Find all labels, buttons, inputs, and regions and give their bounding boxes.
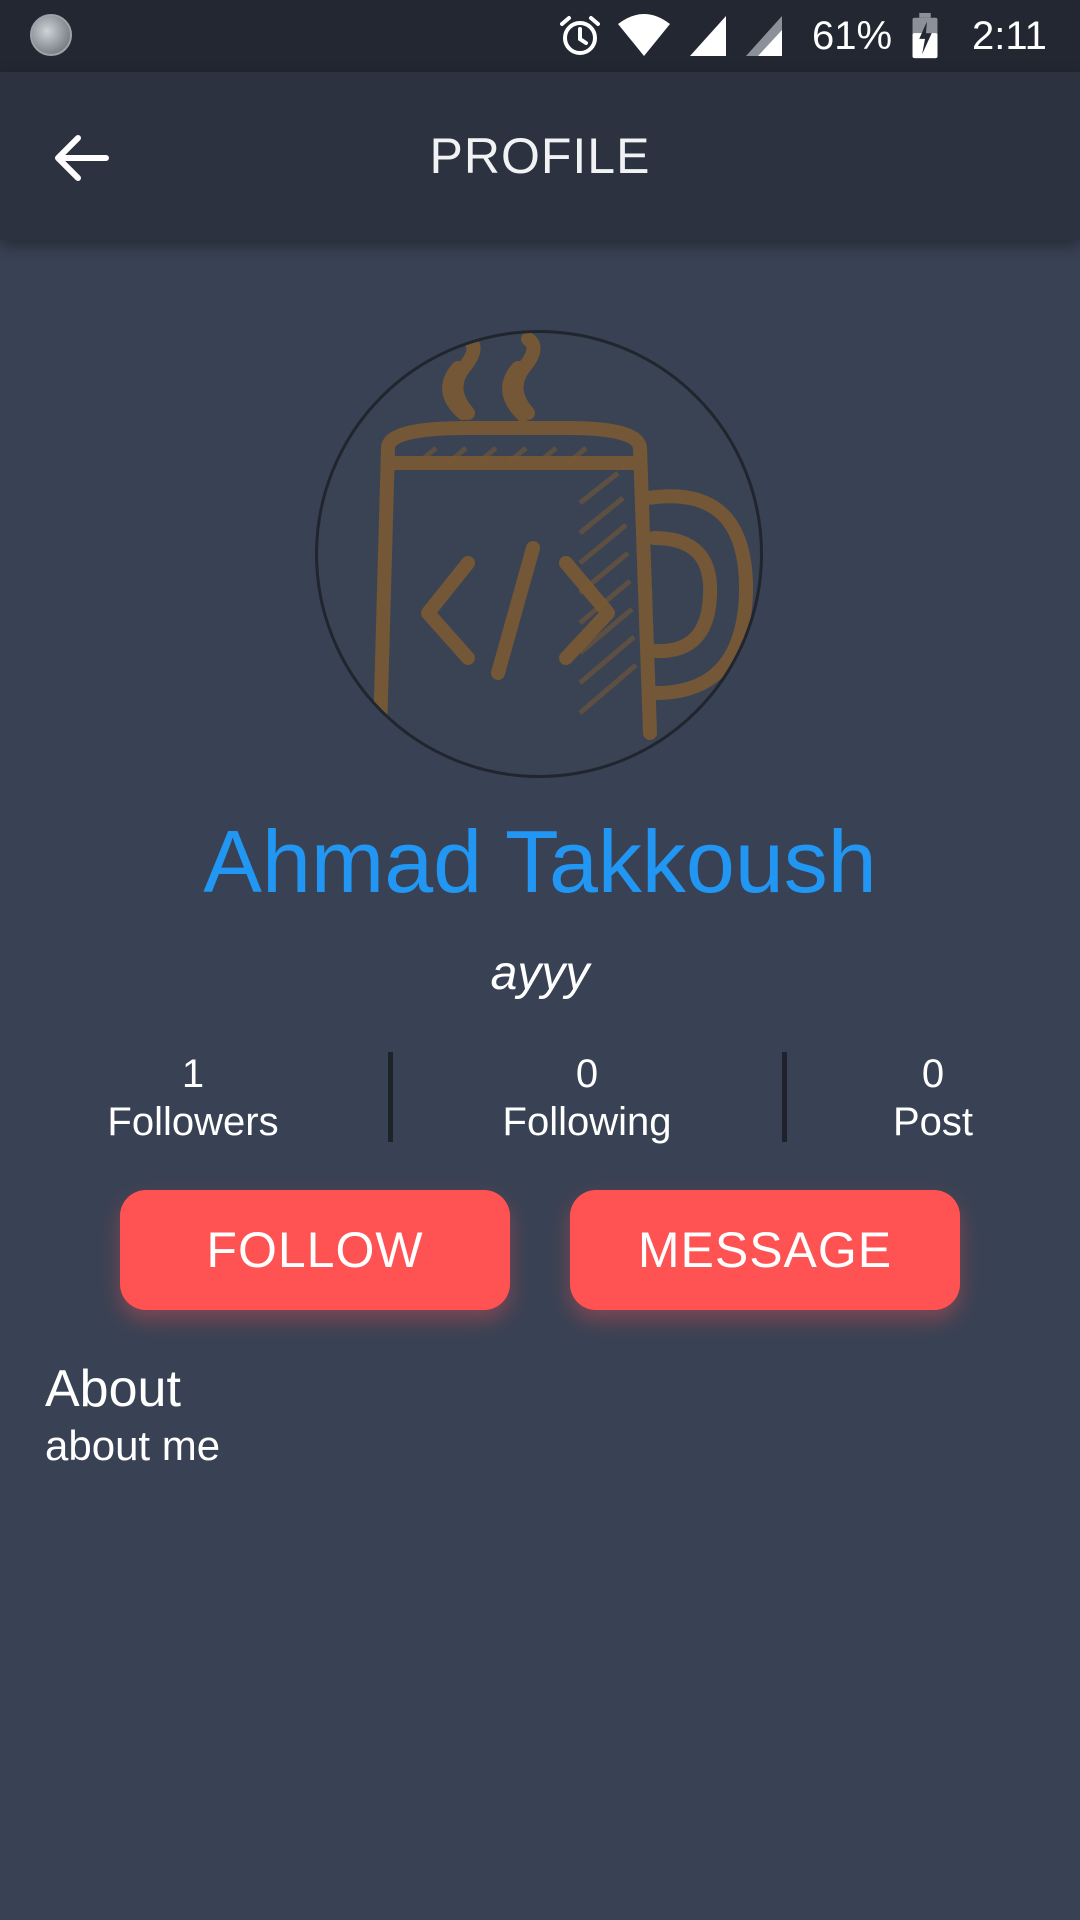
wifi-icon	[618, 14, 670, 56]
message-button[interactable]: MESSAGE	[570, 1190, 960, 1310]
avatar[interactable]	[315, 330, 763, 778]
about-heading: About	[45, 1360, 181, 1418]
arrow-back-icon	[55, 135, 109, 181]
clock: 2:11	[972, 14, 1047, 58]
cell-signal-secondary-icon	[746, 16, 782, 56]
stat-divider	[388, 1052, 393, 1142]
stat-value: 0	[575, 1052, 599, 1096]
stat-label: Followers	[107, 1100, 279, 1144]
stat-followers[interactable]: 1 Followers	[33, 1050, 353, 1146]
stat-value: 0	[921, 1052, 945, 1096]
stat-value: 1	[181, 1052, 205, 1096]
loading-indicator-icon	[30, 14, 72, 56]
about-text: about me	[45, 1422, 221, 1469]
coffee-mug-code-icon	[373, 333, 754, 740]
stat-following[interactable]: 0 Following	[427, 1050, 747, 1146]
alarm-icon	[560, 16, 600, 55]
cell-signal-icon	[690, 16, 726, 56]
back-button[interactable]	[40, 118, 120, 198]
stat-posts[interactable]: 0 Post	[773, 1050, 1080, 1146]
stat-label: Post	[892, 1100, 974, 1144]
battery-percent: 61%	[812, 14, 893, 58]
follow-button[interactable]: FOLLOW	[120, 1190, 510, 1310]
profile-name: Ahmad Takkoush	[203, 812, 877, 911]
battery-charging-icon	[912, 12, 938, 59]
status-bar: 61% 2:11	[0, 0, 1080, 72]
stat-label: Following	[502, 1100, 672, 1144]
app-bar: PROFILE	[0, 72, 1080, 240]
page-title: PROFILE	[429, 128, 651, 184]
profile-status: ayyy	[490, 947, 590, 1000]
